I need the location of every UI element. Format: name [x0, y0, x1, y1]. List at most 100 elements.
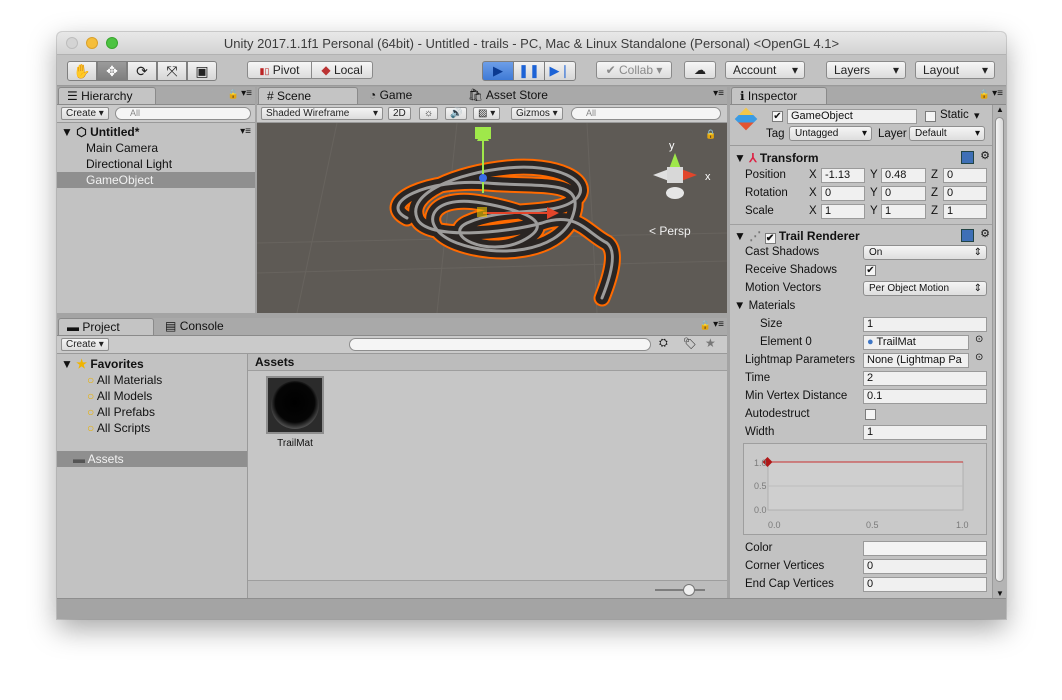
tab-hierarchy[interactable]: ☰ Hierarchy — [58, 87, 156, 104]
width-field[interactable]: 1 — [863, 425, 987, 440]
expand-arrow-icon[interactable]: ▼ — [734, 300, 745, 312]
receive-shadows-checkbox[interactable]: ✔ — [865, 265, 876, 276]
motion-vectors-dropdown[interactable]: Per Object Motion ⇕ — [863, 281, 987, 296]
assets-folder-row[interactable]: ▬ Assets — [57, 451, 247, 467]
2d-toggle[interactable]: 2D — [388, 107, 411, 120]
lock-icon[interactable]: 🔒 — [979, 89, 990, 100]
scrollbar-thumb[interactable] — [995, 117, 1004, 582]
tab-scene[interactable]: # Scene — [258, 87, 358, 104]
slider-handle[interactable] — [683, 584, 695, 596]
favorite-all-materials[interactable]: ○ All Materials — [57, 372, 247, 388]
scene-viewport[interactable]: y x < Persp 🔒 — [257, 123, 727, 313]
thumbnail-size-slider[interactable] — [655, 584, 705, 596]
scene-menu-icon[interactable]: ▾≡ — [240, 124, 251, 140]
scene-search-input[interactable]: All — [571, 107, 721, 120]
gear-icon[interactable]: ⚙ — [980, 227, 990, 240]
move-tool-button[interactable]: ✥ — [97, 61, 127, 81]
project-search-input[interactable] — [349, 338, 651, 351]
tab-project[interactable]: ▬ Project — [58, 318, 154, 335]
trail-object[interactable] — [389, 158, 621, 307]
help-book-icon[interactable] — [961, 151, 974, 164]
element-0-field[interactable]: ● TrailMat — [863, 335, 969, 350]
expand-arrow-icon[interactable]: ▼ — [61, 357, 73, 371]
gear-icon[interactable]: ⚙ — [980, 149, 990, 162]
asset-item-trailmat[interactable]: TrailMat — [266, 376, 328, 456]
filter-label-icon[interactable]: 🏷 — [683, 337, 697, 350]
layer-dropdown[interactable]: Default ▾ — [909, 126, 985, 141]
play-button[interactable]: ▶ — [482, 61, 514, 81]
autodestruct-checkbox[interactable] — [865, 409, 876, 420]
favorite-all-scripts[interactable]: ○ All Scripts — [57, 420, 247, 436]
lock-icon[interactable]: 🔒 — [705, 129, 716, 139]
tab-console[interactable]: ▤ Console — [157, 318, 232, 335]
hierarchy-item-main-camera[interactable]: Main Camera — [57, 140, 255, 156]
active-checkbox[interactable]: ✔ — [772, 111, 783, 122]
scale-z-field[interactable]: 1 — [943, 204, 987, 219]
step-button[interactable]: ▶❘ — [544, 61, 576, 81]
scale-y-field[interactable]: 1 — [881, 204, 926, 219]
materials-size-field[interactable]: 1 — [863, 317, 987, 332]
object-picker-icon[interactable]: ⊙ — [975, 352, 983, 363]
gameobject-cube-icon[interactable] — [734, 107, 758, 131]
object-name-field[interactable]: GameObject — [787, 109, 917, 124]
lightmap-parameters-field[interactable]: None (Lightmap Pa — [863, 353, 969, 368]
object-picker-icon[interactable]: ⊙ — [975, 334, 983, 345]
tag-dropdown[interactable]: Untagged ▾ — [789, 126, 872, 141]
min-vertex-distance-field[interactable]: 0.1 — [863, 389, 987, 404]
pause-button[interactable]: ❚❚ — [513, 61, 545, 81]
filter-type-icon[interactable]: ⛭ — [659, 337, 668, 350]
lock-icon[interactable]: 🔒 — [228, 89, 239, 100]
position-y-field[interactable]: 0.48 — [881, 168, 926, 183]
scale-x-field[interactable]: 1 — [821, 204, 865, 219]
inspector-scrollbar[interactable]: ▲ ▼ — [992, 105, 1006, 598]
perspective-label[interactable]: < Persp — [649, 224, 691, 238]
scroll-down-icon[interactable]: ▼ — [996, 589, 1004, 598]
trail-renderer-header[interactable]: ▼ ⋰ ✔ Trail Renderer — [734, 229, 860, 244]
rect-tool-button[interactable]: ▣ — [187, 61, 217, 81]
width-curve-editor[interactable]: 1.0 0.5 0.0 0.0 0.5 1.0 — [743, 443, 987, 535]
effects-dropdown[interactable]: ▨ ▾ — [473, 107, 501, 120]
hierarchy-search-input[interactable]: All — [115, 107, 251, 120]
panel-menu-icon[interactable]: ▾≡ — [241, 88, 252, 99]
hierarchy-item-directional-light[interactable]: Directional Light — [57, 156, 255, 172]
position-x-field[interactable]: -1.13 — [821, 168, 865, 183]
lighting-toggle[interactable]: ☼ — [419, 107, 439, 120]
lock-icon[interactable]: 🔒 — [700, 320, 711, 331]
audio-toggle[interactable]: 🔊 — [445, 107, 468, 120]
rotation-y-field[interactable]: 0 — [881, 186, 926, 201]
favorite-all-models[interactable]: ○ All Models — [57, 388, 247, 404]
transform-header[interactable]: ▼ ⅄ Transform — [734, 151, 819, 165]
hierarchy-item-gameobject[interactable]: GameObject — [57, 172, 255, 188]
layout-dropdown[interactable]: Layout ▾ — [915, 61, 995, 79]
layers-dropdown[interactable]: Layers ▾ — [826, 61, 906, 79]
favorites-row[interactable]: ▼ ★ Favorites — [57, 356, 247, 372]
cloud-button[interactable]: ☁ — [684, 61, 716, 79]
shading-mode-dropdown[interactable]: Shaded Wireframe ▾ — [261, 107, 383, 120]
end-cap-vertices-field[interactable]: 0 — [863, 577, 987, 592]
create-dropdown[interactable]: Create ▾ — [61, 107, 109, 120]
tab-game[interactable]: ◔ Game — [361, 87, 420, 104]
tab-inspector[interactable]: ℹ Inspector — [731, 87, 827, 104]
materials-foldout[interactable]: ▼ Materials — [734, 300, 795, 312]
trail-renderer-enabled-checkbox[interactable]: ✔ — [764, 233, 776, 244]
static-checkbox[interactable] — [925, 111, 936, 122]
favorite-all-prefabs[interactable]: ○ All Prefabs — [57, 404, 247, 420]
collab-dropdown[interactable]: ✔ Collab ▾ — [596, 61, 672, 79]
panel-menu-icon[interactable]: ▾≡ — [713, 319, 724, 330]
favorite-star-icon[interactable]: ★ — [705, 336, 716, 350]
panel-menu-icon[interactable]: ▾≡ — [713, 88, 724, 99]
expand-arrow-icon[interactable]: ▼ — [61, 125, 73, 139]
cast-shadows-dropdown[interactable]: On ⇕ — [863, 245, 987, 260]
account-dropdown[interactable]: Account ▾ — [725, 61, 805, 79]
help-book-icon[interactable] — [961, 229, 974, 242]
tab-asset-store[interactable]: 🛍 Asset Store — [460, 87, 556, 104]
scene-root-row[interactable]: ▼ ⬡ Untitled* ▾≡ — [57, 124, 255, 140]
color-gradient-field[interactable] — [863, 541, 987, 556]
gizmos-dropdown[interactable]: Gizmos ▾ — [511, 107, 563, 120]
expand-arrow-icon[interactable]: ▼ — [734, 151, 746, 165]
project-create-dropdown[interactable]: Create ▾ — [61, 338, 109, 351]
scroll-up-icon[interactable]: ▲ — [996, 105, 1004, 114]
scale-tool-button[interactable]: ⤧ — [157, 61, 187, 81]
rotation-x-field[interactable]: 0 — [821, 186, 865, 201]
rotation-z-field[interactable]: 0 — [943, 186, 987, 201]
